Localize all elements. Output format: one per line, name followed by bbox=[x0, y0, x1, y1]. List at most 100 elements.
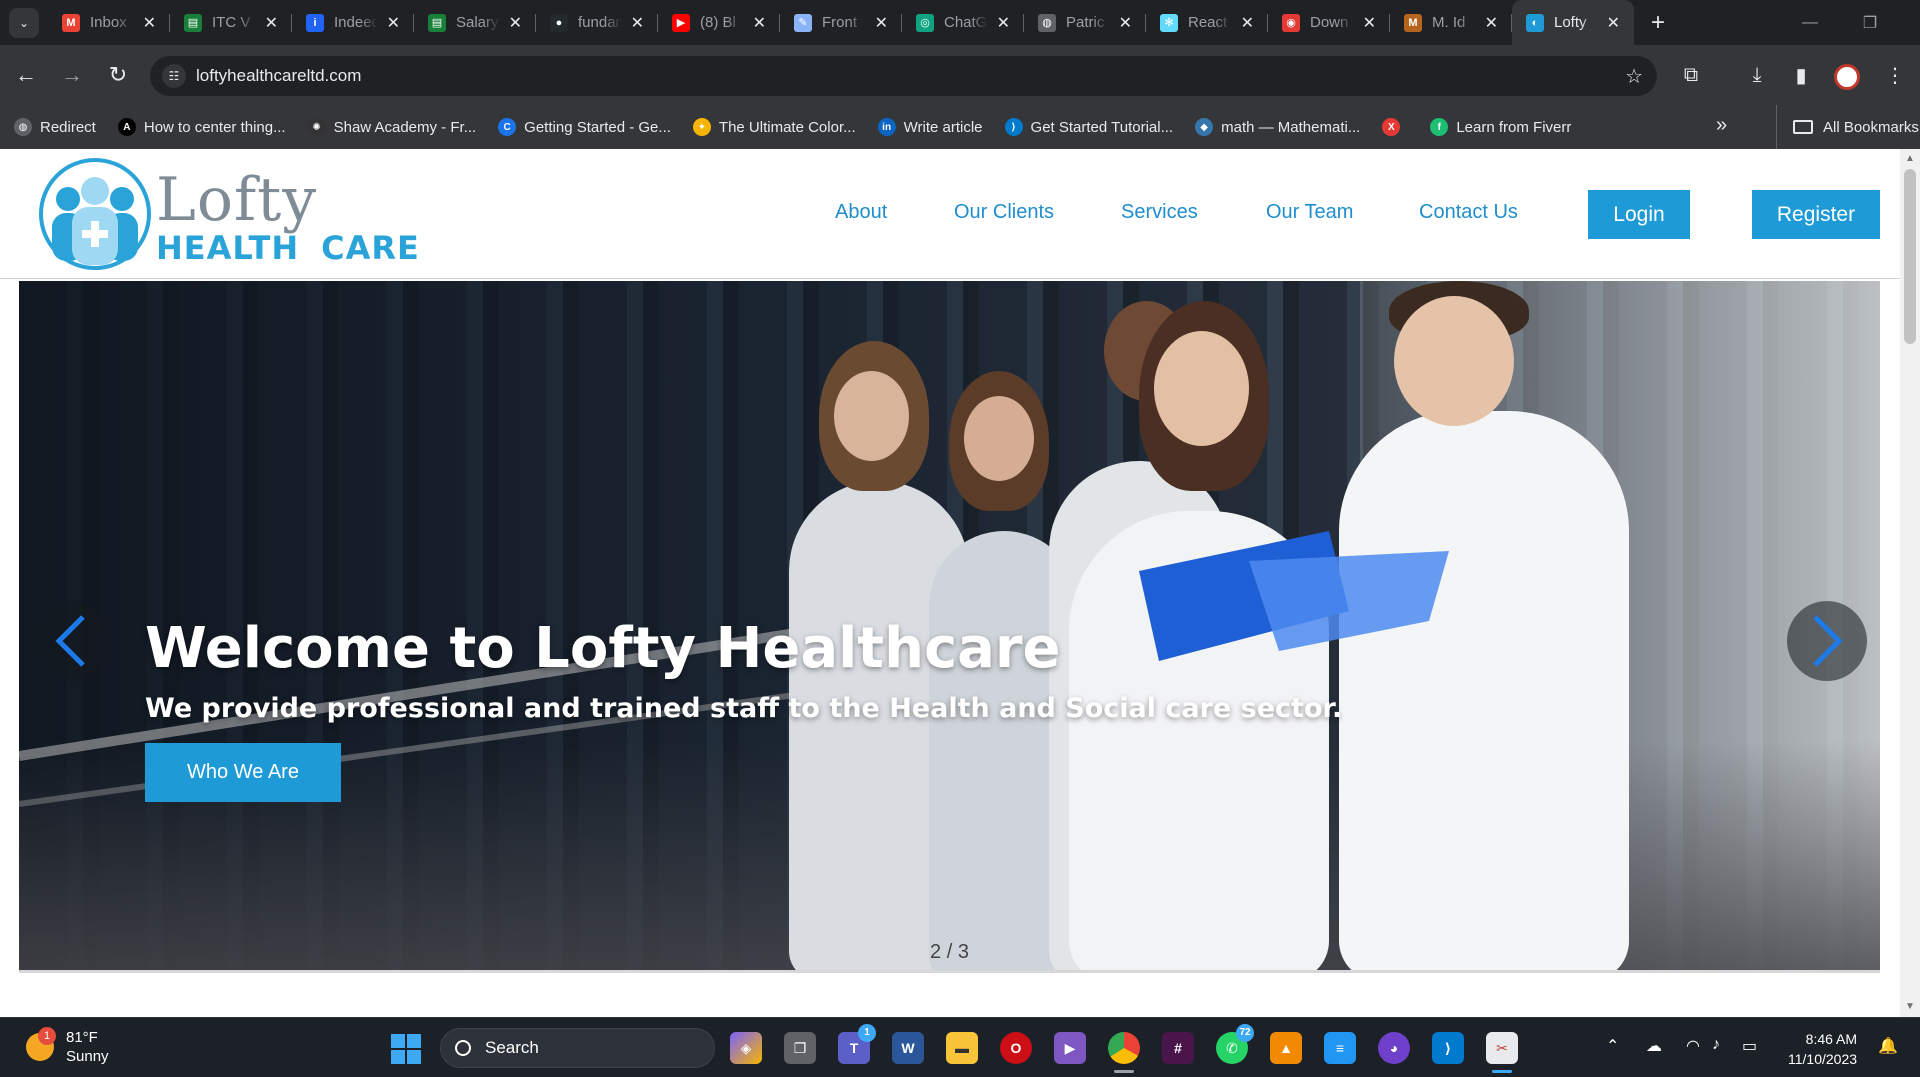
nav-services[interactable]: Services bbox=[1121, 201, 1198, 224]
slack-icon[interactable]: # bbox=[1162, 1032, 1194, 1064]
bookmark-item[interactable]: f Learn from Fiverr bbox=[1430, 118, 1571, 136]
chrome-icon[interactable] bbox=[1108, 1032, 1140, 1064]
browser-tab[interactable]: ◉ Down ✕ bbox=[1268, 0, 1390, 45]
bookmark-item[interactable]: ✦ The Ultimate Color... bbox=[692, 118, 856, 136]
vscode-icon[interactable]: ⟩ bbox=[1432, 1032, 1464, 1064]
login-button[interactable]: Login bbox=[1588, 190, 1690, 239]
bookmark-item[interactable]: ✺ Shaw Academy - Fr... bbox=[307, 118, 476, 136]
github-desktop-icon[interactable]: ◕ bbox=[1378, 1032, 1410, 1064]
browser-tab[interactable]: ▶ (8) Bl ✕ bbox=[658, 0, 780, 45]
page-scrollbar[interactable]: ▲ ▼ bbox=[1900, 149, 1920, 1017]
tab-search-button[interactable]: ⌄ bbox=[9, 7, 39, 38]
scroll-down-icon[interactable]: ▼ bbox=[1904, 1001, 1916, 1013]
bookmark-item[interactable]: ◆ math — Mathemati... bbox=[1195, 118, 1360, 136]
word-icon[interactable]: W bbox=[892, 1032, 924, 1064]
site-logo[interactable]: Lofty HEALTH CARE bbox=[38, 157, 428, 271]
close-icon[interactable]: ✕ bbox=[1119, 13, 1132, 33]
scroll-thumb[interactable] bbox=[1904, 169, 1916, 344]
taskbar-search[interactable]: Search bbox=[440, 1028, 715, 1068]
all-bookmarks-button[interactable]: All Bookmarks bbox=[1776, 105, 1919, 149]
bookmark-item[interactable]: C Getting Started - Ge... bbox=[498, 118, 671, 136]
whatsapp-icon[interactable]: ✆ 72 bbox=[1216, 1024, 1254, 1064]
maximize-button[interactable]: ❐ bbox=[1840, 0, 1900, 45]
copilot-icon[interactable]: ◈ bbox=[730, 1032, 762, 1064]
start-button[interactable] bbox=[391, 1034, 421, 1064]
bookmark-item[interactable]: in Write article bbox=[877, 118, 983, 136]
video-editor-icon[interactable]: ▶ bbox=[1054, 1032, 1086, 1064]
close-icon[interactable]: ✕ bbox=[265, 13, 278, 33]
nav-our-clients[interactable]: Our Clients bbox=[954, 201, 1054, 224]
bookmark-item[interactable]: ◍ Redirect bbox=[14, 118, 96, 136]
browser-tab[interactable]: ✎ Front ✕ bbox=[780, 0, 902, 45]
download-icon[interactable]: ⤓ bbox=[1742, 60, 1772, 90]
weather-widget[interactable]: 1 81°F Sunny bbox=[26, 1027, 109, 1066]
logo-people-icon bbox=[39, 158, 151, 270]
tray-overflow-icon[interactable]: ⌃ bbox=[1606, 1036, 1619, 1056]
nav-our-team[interactable]: Our Team bbox=[1266, 201, 1353, 224]
extensions-icon[interactable]: ⧉ bbox=[1676, 60, 1706, 90]
carousel-prev-button[interactable] bbox=[31, 601, 111, 681]
vlc-icon[interactable]: ▲ bbox=[1270, 1032, 1302, 1064]
teams-icon[interactable]: T1 bbox=[838, 1024, 876, 1064]
menu-kebab-icon[interactable]: ⋮ bbox=[1880, 60, 1910, 90]
close-icon[interactable]: ✕ bbox=[997, 13, 1010, 33]
browser-tab[interactable]: M Inbox ✕ bbox=[48, 0, 170, 45]
bookmark-item[interactable]: X bbox=[1382, 118, 1408, 136]
side-panel-icon[interactable]: ▮ bbox=[1786, 60, 1816, 90]
browser-tab[interactable]: i Indeed ✕ bbox=[292, 0, 414, 45]
minimize-button[interactable]: — bbox=[1780, 0, 1840, 45]
browser-tab[interactable]: ◍ Patric ✕ bbox=[1024, 0, 1146, 45]
system-clock[interactable]: 8:46 AM 11/10/2023 bbox=[1788, 1029, 1857, 1069]
scroll-up-icon[interactable]: ▲ bbox=[1904, 153, 1916, 165]
carousel-next-button[interactable] bbox=[1787, 601, 1867, 681]
opera-icon[interactable]: O bbox=[1000, 1032, 1032, 1064]
nav-about[interactable]: About bbox=[835, 201, 887, 224]
browser-tab[interactable]: ◎ ChatGPT ✕ bbox=[902, 0, 1024, 45]
tab-title: (8) Bl bbox=[700, 14, 736, 31]
medium-icon: M bbox=[1404, 13, 1422, 32]
address-bar[interactable]: ☷ loftyhealthcareltd.com ☆ bbox=[150, 56, 1657, 96]
battery-icon[interactable]: ▭ bbox=[1742, 1036, 1757, 1056]
bookmark-item[interactable]: A How to center thing... bbox=[117, 118, 286, 136]
forward-button[interactable]: → bbox=[52, 55, 92, 95]
browser-tab[interactable]: ✻ React ✕ bbox=[1146, 0, 1268, 45]
browser-tab[interactable]: ▤ ITC V ✕ bbox=[170, 0, 292, 45]
nav-contact-us[interactable]: Contact Us bbox=[1419, 201, 1518, 224]
close-icon[interactable]: ✕ bbox=[509, 13, 522, 33]
onedrive-icon[interactable]: ☁ bbox=[1646, 1036, 1662, 1056]
close-icon[interactable]: ✕ bbox=[753, 13, 766, 33]
wifi-icon[interactable]: ◠ bbox=[1686, 1036, 1700, 1056]
snipping-tool-icon[interactable]: ✂ bbox=[1486, 1032, 1518, 1064]
tab-title: Salary bbox=[456, 14, 499, 31]
site-header: Lofty HEALTH CARE About Our Clients Servi… bbox=[0, 149, 1900, 279]
reload-button[interactable]: ↻ bbox=[98, 55, 138, 95]
profile-avatar[interactable] bbox=[1834, 64, 1860, 90]
close-icon[interactable]: ✕ bbox=[143, 13, 156, 33]
browser-tab[interactable]: ▤ Salary ✕ bbox=[414, 0, 536, 45]
volume-icon[interactable]: ♪ bbox=[1712, 1036, 1720, 1054]
close-icon[interactable]: ✕ bbox=[875, 13, 888, 33]
new-tab-button[interactable]: + bbox=[1640, 5, 1676, 41]
browser-tab[interactable]: ● fundamentals ✕ bbox=[536, 0, 658, 45]
who-we-are-button[interactable]: Who We Are bbox=[145, 743, 341, 802]
bookmark-item[interactable]: ⟩ Get Started Tutorial... bbox=[1004, 118, 1173, 136]
notification-bell-icon[interactable]: 🔔 bbox=[1878, 1036, 1898, 1056]
file-explorer-icon[interactable]: ▬ bbox=[946, 1032, 978, 1064]
bookmarks-overflow-icon[interactable]: » bbox=[1716, 114, 1727, 137]
bookmark-star-icon[interactable]: ☆ bbox=[1625, 64, 1643, 89]
chevron-right-icon bbox=[1813, 615, 1843, 667]
close-icon[interactable]: ✕ bbox=[1241, 13, 1254, 33]
close-icon[interactable]: ✕ bbox=[1485, 13, 1498, 33]
close-icon[interactable]: ✕ bbox=[1363, 13, 1376, 33]
browser-tab[interactable]: M M. Id ✕ bbox=[1390, 0, 1512, 45]
register-button[interactable]: Register bbox=[1752, 190, 1880, 239]
close-icon[interactable]: ✕ bbox=[631, 13, 644, 33]
back-button[interactable]: ← bbox=[6, 55, 46, 95]
close-icon[interactable]: ✕ bbox=[387, 13, 400, 33]
browser-tab[interactable]: ◐ Lofty ✕ bbox=[1512, 0, 1634, 45]
task-view-icon[interactable]: ❐ bbox=[784, 1032, 816, 1064]
site-info-icon[interactable]: ☷ bbox=[162, 64, 186, 88]
notepad-icon[interactable]: ≡ bbox=[1324, 1032, 1356, 1064]
url-text[interactable]: loftyhealthcareltd.com bbox=[196, 66, 361, 86]
close-icon[interactable]: ✕ bbox=[1607, 13, 1620, 33]
